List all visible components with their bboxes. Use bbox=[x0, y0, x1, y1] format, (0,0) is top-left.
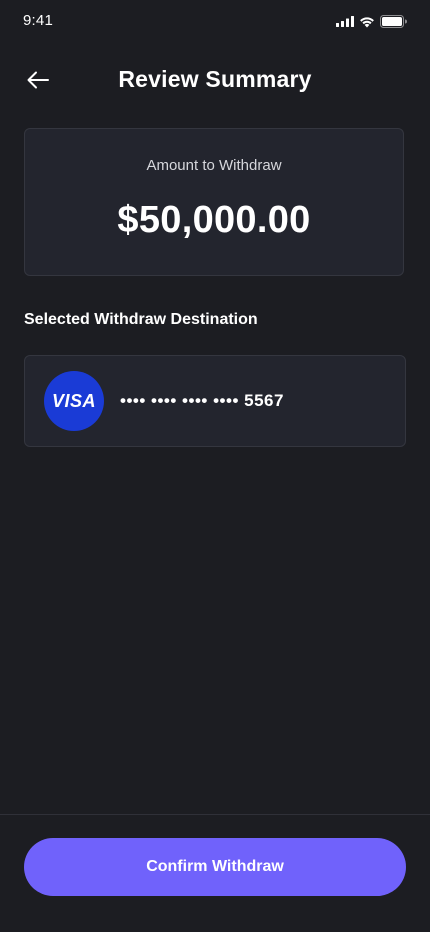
amount-card: Amount to Withdraw $50,000.00 bbox=[24, 128, 404, 276]
visa-brand-text: VISA bbox=[51, 390, 96, 411]
visa-logo: VISA bbox=[44, 371, 104, 431]
status-bar: 9:41 bbox=[0, 0, 430, 44]
battery-icon bbox=[380, 15, 407, 28]
destination-card[interactable]: VISA •••• •••• •••• •••• 5567 bbox=[24, 355, 406, 447]
status-icons bbox=[336, 15, 407, 28]
status-time: 9:41 bbox=[23, 12, 53, 29]
confirm-withdraw-button[interactable]: Confirm Withdraw bbox=[24, 838, 406, 896]
header: Review Summary bbox=[0, 56, 430, 104]
footer-divider bbox=[0, 814, 430, 815]
amount-label: Amount to Withdraw bbox=[146, 157, 282, 174]
page-title: Review Summary bbox=[118, 66, 312, 92]
signal-icon bbox=[336, 16, 354, 27]
card-number: •••• •••• •••• •••• 5567 bbox=[120, 391, 284, 410]
wifi-icon bbox=[360, 16, 374, 27]
destination-section-title: Selected Withdraw Destination bbox=[24, 311, 258, 328]
amount-value: $50,000.00 bbox=[117, 199, 311, 241]
